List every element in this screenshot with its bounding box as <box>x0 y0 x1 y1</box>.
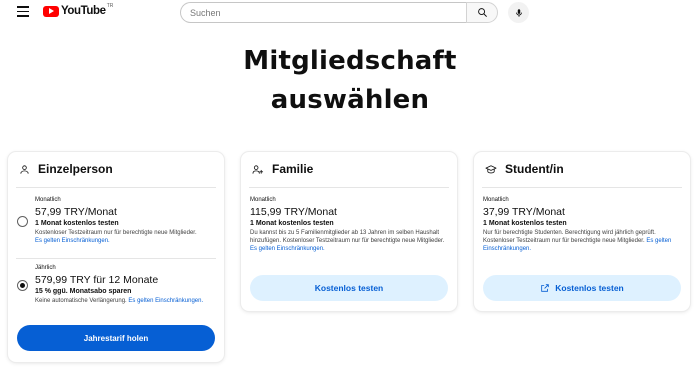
plan-price: 37,99 TRY/Monat <box>483 206 565 218</box>
card-header: Einzelperson <box>19 162 113 176</box>
card-header: Student/in <box>485 162 564 176</box>
voice-search-button[interactable] <box>508 2 529 23</box>
free-trial-button[interactable]: Kostenlos testen <box>250 275 448 301</box>
plan-price: 57,99 TRY/Monat <box>35 206 117 218</box>
plan-label: Monatlich <box>483 197 509 203</box>
plan-card-family: Familie Monatlich 115,99 TRY/Monat 1 Mon… <box>241 152 457 311</box>
logo-text: YouTube <box>61 5 106 17</box>
page-title: Mitgliedschaft auswählen <box>0 42 700 120</box>
plan-label: Monatlich <box>35 197 61 203</box>
divider <box>482 187 682 188</box>
plan-option-yearly[interactable]: Jährlich 579,99 TRY für 12 Monate 15 % g… <box>35 265 215 305</box>
logo-region: TR <box>106 3 114 9</box>
plan-card-individual: Einzelperson Monatlich 57,99 TRY/Monat 1… <box>8 152 224 362</box>
search-button[interactable] <box>466 2 498 23</box>
person-icon <box>20 164 29 174</box>
plan-note-text: Keine automatische Verlängerung. <box>35 298 127 304</box>
plan-price: 579,99 TRY für 12 Monate <box>35 274 159 286</box>
search-box <box>180 2 467 23</box>
mic-icon <box>515 8 522 17</box>
plan-price: 115,99 TRY/Monat <box>250 206 337 218</box>
restrictions-link[interactable]: Es gelten Einschränkungen. <box>250 246 325 252</box>
card-title: Einzelperson <box>38 162 113 176</box>
plan-trial: 1 Monat kostenlos testen <box>250 220 334 227</box>
plan-card-student: Student/in Monatlich 37,99 TRY/Monat 1 M… <box>474 152 690 311</box>
plan-label: Monatlich <box>250 197 276 203</box>
card-title: Familie <box>272 162 314 176</box>
plan-trial: 1 Monat kostenlos testen <box>35 220 119 227</box>
menu-icon[interactable] <box>17 6 29 18</box>
plan-note-text: Kostenloser Testzeitraum nur für berecht… <box>35 230 197 236</box>
plan-note: Nur für berechtigte Studenten. Berechtig… <box>483 229 681 253</box>
yearly-plan-button[interactable]: Jahrestarif holen <box>17 325 215 351</box>
external-link-icon <box>541 284 549 292</box>
plan-details: Monatlich 37,99 TRY/Monat 1 Monat kosten… <box>483 197 681 253</box>
button-label: Kostenlos testen <box>555 283 624 293</box>
button-label: Kostenlos testen <box>314 283 384 293</box>
card-title: Student/in <box>505 162 564 176</box>
search-icon <box>477 8 487 17</box>
divider <box>249 187 449 188</box>
radio-monthly[interactable] <box>17 216 28 227</box>
plan-option-monthly[interactable]: Monatlich 57,99 TRY/Monat 1 Monat kosten… <box>35 197 215 245</box>
card-header: Familie <box>252 162 313 176</box>
graduation-cap-icon <box>485 164 497 173</box>
plan-note: Du kannst bis zu 5 Familienmitglieder ab… <box>250 229 448 253</box>
plan-savings: 15 % ggü. Monatsabo sparen <box>35 288 132 295</box>
page-title-line-1: Mitgliedschaft <box>243 46 457 76</box>
plan-details: Monatlich 115,99 TRY/Monat 1 Monat koste… <box>250 197 448 253</box>
free-trial-button[interactable]: Kostenlos testen <box>483 275 681 301</box>
radio-yearly[interactable] <box>17 280 28 291</box>
page-title-line-2: auswählen <box>270 85 430 115</box>
plan-note: Kostenloser Testzeitraum nur für berecht… <box>35 229 215 245</box>
plan-note-text: Du kannst bis zu 5 Familienmitglieder ab… <box>250 230 445 244</box>
family-icon <box>252 164 264 174</box>
restrictions-link[interactable]: Es gelten Einschränkungen. <box>35 238 110 244</box>
top-bar: YouTube TR <box>0 0 700 26</box>
youtube-logo[interactable]: YouTube TR <box>43 3 114 17</box>
plan-trial: 1 Monat kostenlos testen <box>483 220 567 227</box>
plan-note-text: Nur für berechtigte Studenten. Berechtig… <box>483 230 656 244</box>
plan-note: Keine automatische Verlängerung. Es gelt… <box>35 297 215 305</box>
youtube-logo-icon <box>43 5 59 17</box>
divider <box>16 258 216 259</box>
divider <box>16 187 216 188</box>
restrictions-link[interactable]: Es gelten Einschränkungen. <box>128 298 203 304</box>
plan-label: Jährlich <box>35 265 56 271</box>
search-input[interactable] <box>181 3 467 23</box>
